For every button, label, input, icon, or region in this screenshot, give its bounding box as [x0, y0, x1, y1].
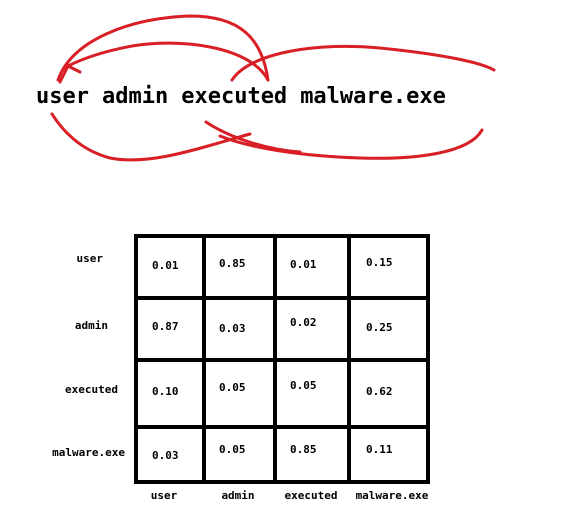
arc-user-to-admin	[56, 14, 270, 82]
token-admin: admin	[101, 84, 169, 109]
matrix-cell-r3c1: 0.10	[152, 385, 179, 398]
matrix-cell-r3c2: 0.05	[219, 381, 246, 394]
row-label-user: user	[76, 252, 104, 265]
input-sentence: user admin executed malware.exe	[36, 84, 459, 109]
matrix-cell-r1c1: 0.01	[152, 259, 179, 272]
matrix-cell-r3c4: 0.62	[366, 385, 393, 398]
matrix-cell-r4c2: 0.05	[219, 443, 246, 456]
matrix-cell-r4c4: 0.11	[366, 443, 393, 456]
token-user: user	[36, 84, 89, 109]
matrix-cell-r3c3: 0.05	[290, 379, 317, 392]
matrix-cell-r4c1: 0.03	[152, 449, 179, 462]
matrix-cell-r1c4: 0.15	[366, 256, 393, 269]
arc-executed-to-malware	[230, 44, 496, 82]
row-label-malware: malware.exe	[52, 446, 125, 459]
token-executed: executed	[181, 84, 288, 109]
matrix-cell-r2c4: 0.25	[366, 321, 393, 334]
matrix-cell-r4c3: 0.85	[290, 443, 317, 456]
matrix-cell-r2c2: 0.03	[219, 322, 246, 335]
grid-hline	[138, 358, 426, 362]
grid-hline	[138, 296, 426, 300]
grid-hline	[138, 425, 426, 429]
col-label-executed: executed	[284, 489, 338, 502]
matrix-cell-r2c3: 0.02	[290, 316, 317, 329]
row-label-admin: admin	[74, 319, 108, 332]
token-malware: malware.exe	[300, 84, 446, 109]
col-label-malware: malware.exe	[355, 489, 429, 502]
matrix-cell-r1c2: 0.85	[219, 257, 246, 270]
matrix-cell-r1c3: 0.01	[290, 258, 317, 271]
matrix-cell-r2c1: 0.87	[152, 320, 179, 333]
row-label-executed: executed	[65, 383, 118, 396]
